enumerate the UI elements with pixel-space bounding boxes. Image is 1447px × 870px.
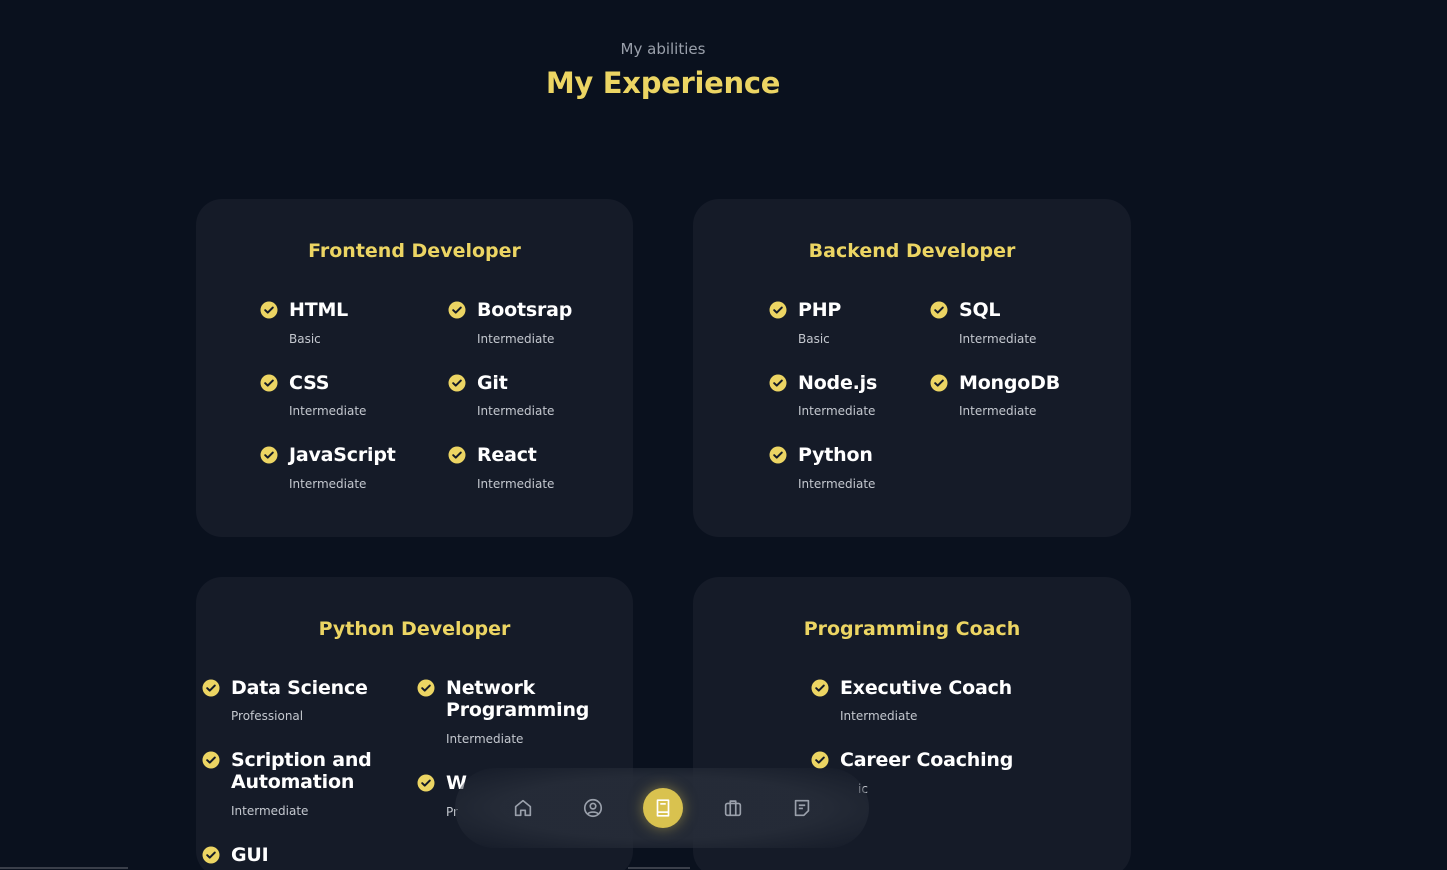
skill-level: Intermediate — [477, 477, 555, 491]
skill-level: Intermediate — [289, 404, 367, 418]
check-badge-icon — [811, 751, 829, 769]
check-badge-icon — [769, 446, 787, 464]
check-badge-icon — [202, 846, 220, 864]
home-icon — [514, 799, 532, 817]
skill-level: Intermediate — [959, 332, 1037, 346]
card-title: Backend Developer — [808, 240, 1016, 262]
nav-services-button[interactable] — [713, 788, 753, 828]
check-badge-icon — [448, 446, 466, 464]
skill-name: PHP — [798, 299, 842, 321]
skill-level: Intermediate — [959, 404, 1037, 418]
skill-name: CSS — [289, 372, 330, 394]
message-icon — [794, 799, 810, 817]
backend-card: Backend Developer PHP Basic SQL Intermed… — [693, 199, 1131, 537]
nav-experience-button[interactable] — [643, 788, 683, 828]
check-badge-icon — [448, 374, 466, 392]
skill-name: Node.js — [798, 372, 878, 394]
section-title: My Experience — [545, 66, 781, 100]
skill-level: Basic — [798, 332, 830, 346]
frontend-card: Frontend Developer HTML Basic Bootsrap I… — [196, 199, 633, 537]
skill-name: HTML — [289, 299, 349, 321]
skill-level: Intermediate — [446, 732, 524, 746]
skill-name: Network Programming — [446, 677, 590, 721]
skill-level: Intermediate — [798, 477, 876, 491]
check-badge-icon — [202, 679, 220, 697]
nav-about-button[interactable] — [573, 788, 613, 828]
divider — [628, 867, 690, 869]
skill-name: Data Science — [231, 677, 368, 699]
check-badge-icon — [448, 301, 466, 319]
book-icon — [656, 799, 670, 817]
check-badge-icon — [769, 374, 787, 392]
card-title: Python Developer — [318, 618, 511, 640]
bottom-nav — [455, 768, 869, 848]
nav-home-button[interactable] — [503, 788, 543, 828]
skill-name: Executive Coach — [840, 677, 1012, 699]
check-badge-icon — [417, 679, 435, 697]
check-badge-icon — [769, 301, 787, 319]
check-badge-icon — [260, 446, 278, 464]
skill-name: MongoDB — [959, 372, 1060, 394]
skill-name: JavaScript — [289, 444, 396, 466]
section-subtitle: My abilities — [620, 40, 706, 58]
skill-level: Intermediate — [477, 404, 555, 418]
skill-name: Bootsrap — [477, 299, 573, 321]
skill-level: Intermediate — [231, 804, 309, 818]
check-badge-icon — [202, 751, 220, 769]
divider — [0, 867, 128, 869]
skill-level: Basic — [289, 332, 321, 346]
card-title: Programming Coach — [803, 618, 1021, 640]
skill-name: SQL — [959, 299, 1001, 321]
skill-name: Scription and Automation — [231, 749, 372, 793]
nav-contact-button[interactable] — [782, 788, 822, 828]
page: My abilities My Experience Frontend Deve… — [0, 0, 1447, 870]
skill-level: Intermediate — [477, 332, 555, 346]
skill-level: Intermediate — [840, 709, 918, 723]
skill-name: Python — [798, 444, 873, 466]
check-badge-icon — [930, 301, 948, 319]
user-circle-icon — [583, 798, 603, 818]
skill-name: Career Coaching — [840, 749, 1014, 771]
skill-level: Intermediate — [289, 477, 367, 491]
skill-name: React — [477, 444, 537, 466]
skill-level: Intermediate — [798, 404, 876, 418]
check-badge-icon — [417, 774, 435, 792]
check-badge-icon — [930, 374, 948, 392]
skill-name: Git — [477, 372, 508, 394]
check-badge-icon — [260, 374, 278, 392]
check-badge-icon — [260, 301, 278, 319]
check-badge-icon — [811, 679, 829, 697]
card-title: Frontend Developer — [308, 240, 521, 262]
skill-name: GUI — [231, 844, 269, 866]
briefcase-icon — [724, 800, 742, 817]
skill-level: Professional — [231, 709, 304, 723]
